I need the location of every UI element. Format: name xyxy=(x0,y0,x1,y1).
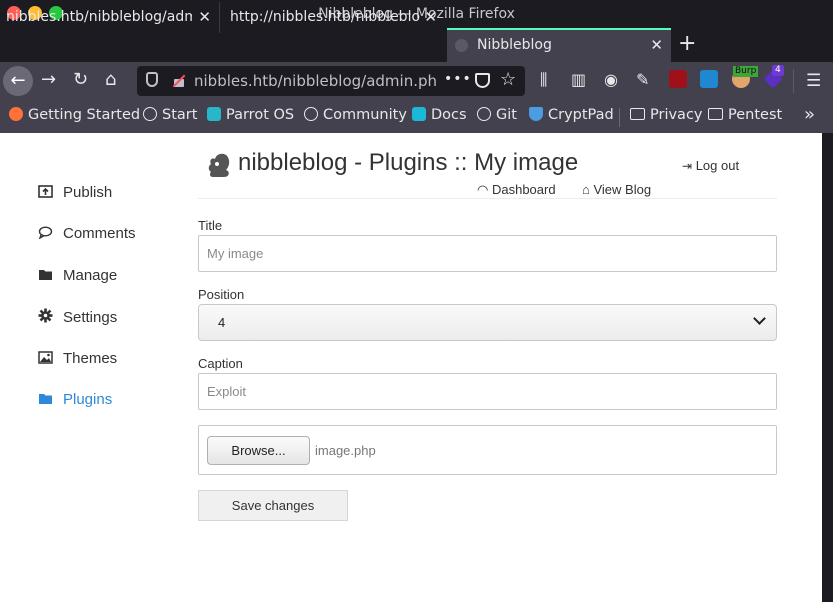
caption-label: Caption xyxy=(198,356,243,371)
logout-link[interactable]: ⇥ Log out xyxy=(682,158,739,173)
folder-icon xyxy=(38,268,53,281)
bookmark-git[interactable]: Git xyxy=(477,107,517,123)
reload-button[interactable]: ↻ xyxy=(73,68,88,92)
ublock-icon[interactable] xyxy=(669,70,687,92)
gear-icon xyxy=(38,308,53,323)
bookmark-cryptpad[interactable]: CryptPad xyxy=(529,107,614,123)
home-button[interactable]: ⌂ xyxy=(105,68,116,92)
insecure-lock-icon[interactable] xyxy=(173,73,185,88)
page-header: nibbleblog - Plugins :: My image ⇥ Log o… xyxy=(198,133,777,199)
publish-icon xyxy=(38,185,53,198)
tab-label: Nibbleblog xyxy=(477,37,552,53)
close-icon[interactable]: ✕ xyxy=(650,30,663,61)
menu-icon[interactable]: ☰ xyxy=(806,71,821,91)
home-icon: ⌂ xyxy=(582,182,590,197)
title-input[interactable] xyxy=(198,235,777,272)
favicon-icon xyxy=(455,39,468,52)
folder-icon xyxy=(708,108,723,120)
bookmark-getting-started[interactable]: Getting Started xyxy=(9,107,140,123)
toolbar-divider xyxy=(793,69,794,93)
position-select[interactable]: 4 xyxy=(198,304,777,341)
dashboard-link[interactable]: ◠ Dashboard xyxy=(477,182,556,198)
sidebar-item-settings[interactable]: Settings xyxy=(38,308,117,330)
sidebar-item-themes[interactable]: Themes xyxy=(38,350,117,372)
selected-file-name: image.php xyxy=(315,443,376,458)
folder-icon xyxy=(630,108,645,120)
url-text[interactable]: nibbles.htb/nibbleblog/admin.php?control… xyxy=(194,72,436,90)
navigation-toolbar: ← → ↻ ⌂ nibbles.htb/nibbleblog/admin.php… xyxy=(0,62,833,100)
nibbleblog-logo-icon xyxy=(204,151,232,179)
save-changes-button[interactable]: Save changes xyxy=(198,490,348,521)
burp-badge: Burp xyxy=(733,66,759,77)
sidebar-item-plugins[interactable]: Plugins xyxy=(38,391,112,413)
sidebar-item-comments[interactable]: Comments xyxy=(38,225,136,247)
bookmark-community[interactable]: Community xyxy=(304,107,407,123)
bookmark-star-icon[interactable]: ☆ xyxy=(500,69,516,90)
tab-nibbleblog[interactable]: Nibbleblog ✕ xyxy=(447,28,671,62)
library-icon[interactable]: ⫼ xyxy=(540,68,547,92)
bookmark-start[interactable]: Start xyxy=(143,107,197,123)
logout-icon: ⇥ xyxy=(682,159,693,173)
file-upload-box: Browse... image.php xyxy=(198,425,777,475)
folder-icon xyxy=(38,392,53,405)
shield-icon[interactable] xyxy=(146,72,158,87)
extension-icon[interactable]: ✎ xyxy=(636,68,649,92)
bookmarks-toolbar: Getting Started Start Parrot OS Communit… xyxy=(0,100,833,133)
page-title: nibbleblog - Plugins :: My image xyxy=(238,149,579,176)
bookmark-folder-privacy[interactable]: Privacy xyxy=(630,107,703,123)
globe-icon xyxy=(304,107,318,121)
close-icon[interactable]: ✕ xyxy=(424,2,437,33)
view-blog-link[interactable]: ⌂ View Blog xyxy=(582,182,651,197)
bookmark-divider xyxy=(619,108,620,127)
page-actions-button[interactable]: ••• xyxy=(444,71,472,87)
page-content: Publish Comments Manage Settings Themes … xyxy=(0,133,822,602)
bookmark-docs[interactable]: Docs xyxy=(412,107,467,123)
comment-icon xyxy=(38,226,53,240)
back-button[interactable]: ← xyxy=(3,66,33,96)
title-label: Title xyxy=(198,218,223,233)
position-value: 4 xyxy=(218,315,226,330)
tab-label: nibbles.htb/nibbleblog/admin.php xyxy=(6,9,192,25)
globe-icon xyxy=(143,107,157,121)
parrot-icon xyxy=(207,107,221,121)
cryptpad-icon xyxy=(529,107,543,121)
bookmark-folder-pentest[interactable]: Pentest xyxy=(708,107,782,123)
bookmark-parrot-os[interactable]: Parrot OS xyxy=(207,107,294,123)
pocket-icon[interactable] xyxy=(475,73,490,88)
bookmarks-overflow-icon[interactable]: » xyxy=(804,104,815,125)
account-icon[interactable]: ◉ xyxy=(604,68,618,92)
docs-icon xyxy=(412,107,426,121)
close-icon[interactable]: ✕ xyxy=(198,2,211,33)
scrollbar[interactable] xyxy=(822,133,833,602)
dashboard-icon: ◠ xyxy=(477,182,489,197)
browse-button[interactable]: Browse... xyxy=(207,436,310,465)
firefox-icon xyxy=(9,107,23,121)
chevron-down-icon xyxy=(753,312,766,325)
tab-admin-1[interactable]: nibbles.htb/nibbleblog/admin.php ✕ xyxy=(0,2,220,33)
new-tab-button[interactable]: + xyxy=(678,31,696,57)
caption-input[interactable] xyxy=(198,373,777,410)
sidebar-item-publish[interactable]: Publish xyxy=(38,184,112,206)
tab-admin-2[interactable]: http://nibbles.htb/nibbleblog/admin.php … xyxy=(224,2,445,33)
sidebar-toggle-icon[interactable]: ▥ xyxy=(571,68,586,92)
globe-icon xyxy=(477,107,491,121)
forward-button[interactable]: → xyxy=(41,68,56,92)
tab-label: http://nibbles.htb/nibbleblog/admin.php xyxy=(230,9,420,25)
tab-strip xyxy=(0,28,833,62)
position-label: Position xyxy=(198,287,245,302)
stylus-icon[interactable] xyxy=(700,70,718,92)
image-icon xyxy=(38,351,53,364)
url-bar[interactable]: nibbles.htb/nibbleblog/admin.php?control… xyxy=(137,66,525,96)
extension-badge: 4 xyxy=(772,65,784,76)
sidebar-item-manage[interactable]: Manage xyxy=(38,267,117,289)
